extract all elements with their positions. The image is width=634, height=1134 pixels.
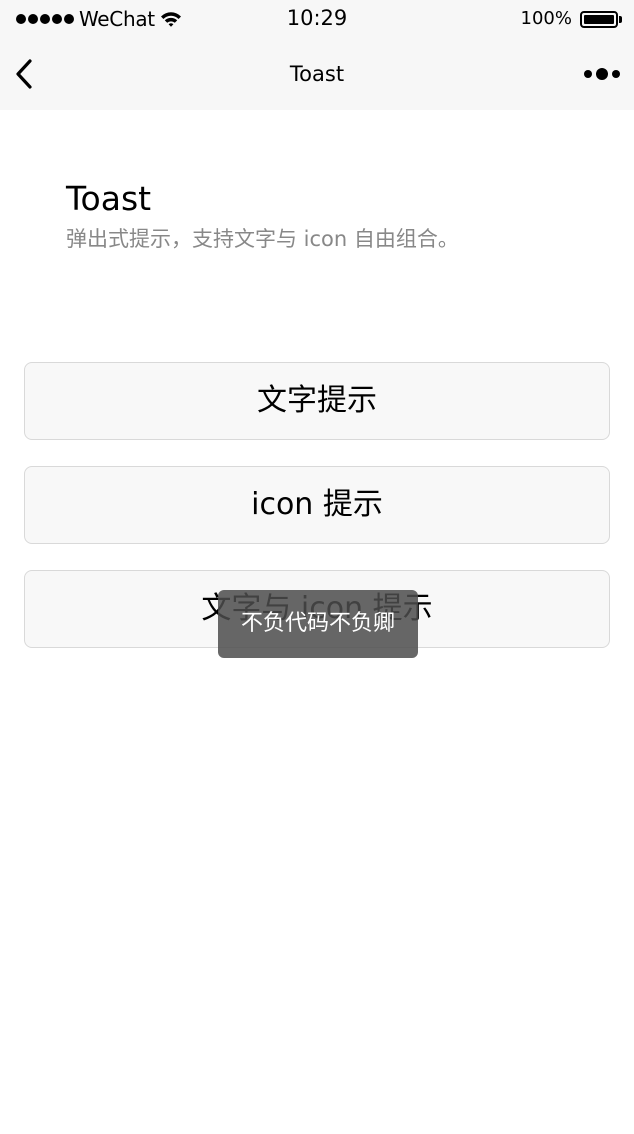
icon-toast-button[interactable]: icon 提示 <box>24 466 610 544</box>
battery-nub <box>619 15 622 23</box>
back-button[interactable] <box>6 54 42 94</box>
text-toast-button[interactable]: 文字提示 <box>24 362 610 440</box>
toast-message: 不负代码不负卿 <box>218 590 418 658</box>
page-header: Toast 弹出式提示，支持文字与 icon 自由组合。 <box>66 178 459 252</box>
navigation-bar: Toast <box>0 38 634 110</box>
page-title: Toast <box>66 179 152 218</box>
more-dots-icon-center <box>596 68 608 80</box>
more-dots-icon-right <box>612 70 620 78</box>
chevron-left-icon <box>16 59 32 89</box>
status-bar: WeChat 10:29 100% <box>0 0 634 38</box>
page-description: 弹出式提示，支持文字与 icon 自由组合。 <box>66 227 459 251</box>
battery-level <box>584 14 614 24</box>
nav-title: Toast <box>289 62 345 86</box>
status-right: 100% <box>521 8 622 30</box>
more-dots-icon <box>584 70 592 78</box>
battery-icon <box>580 10 618 28</box>
battery-percentage: 100% <box>520 8 572 29</box>
more-button[interactable] <box>584 64 620 84</box>
